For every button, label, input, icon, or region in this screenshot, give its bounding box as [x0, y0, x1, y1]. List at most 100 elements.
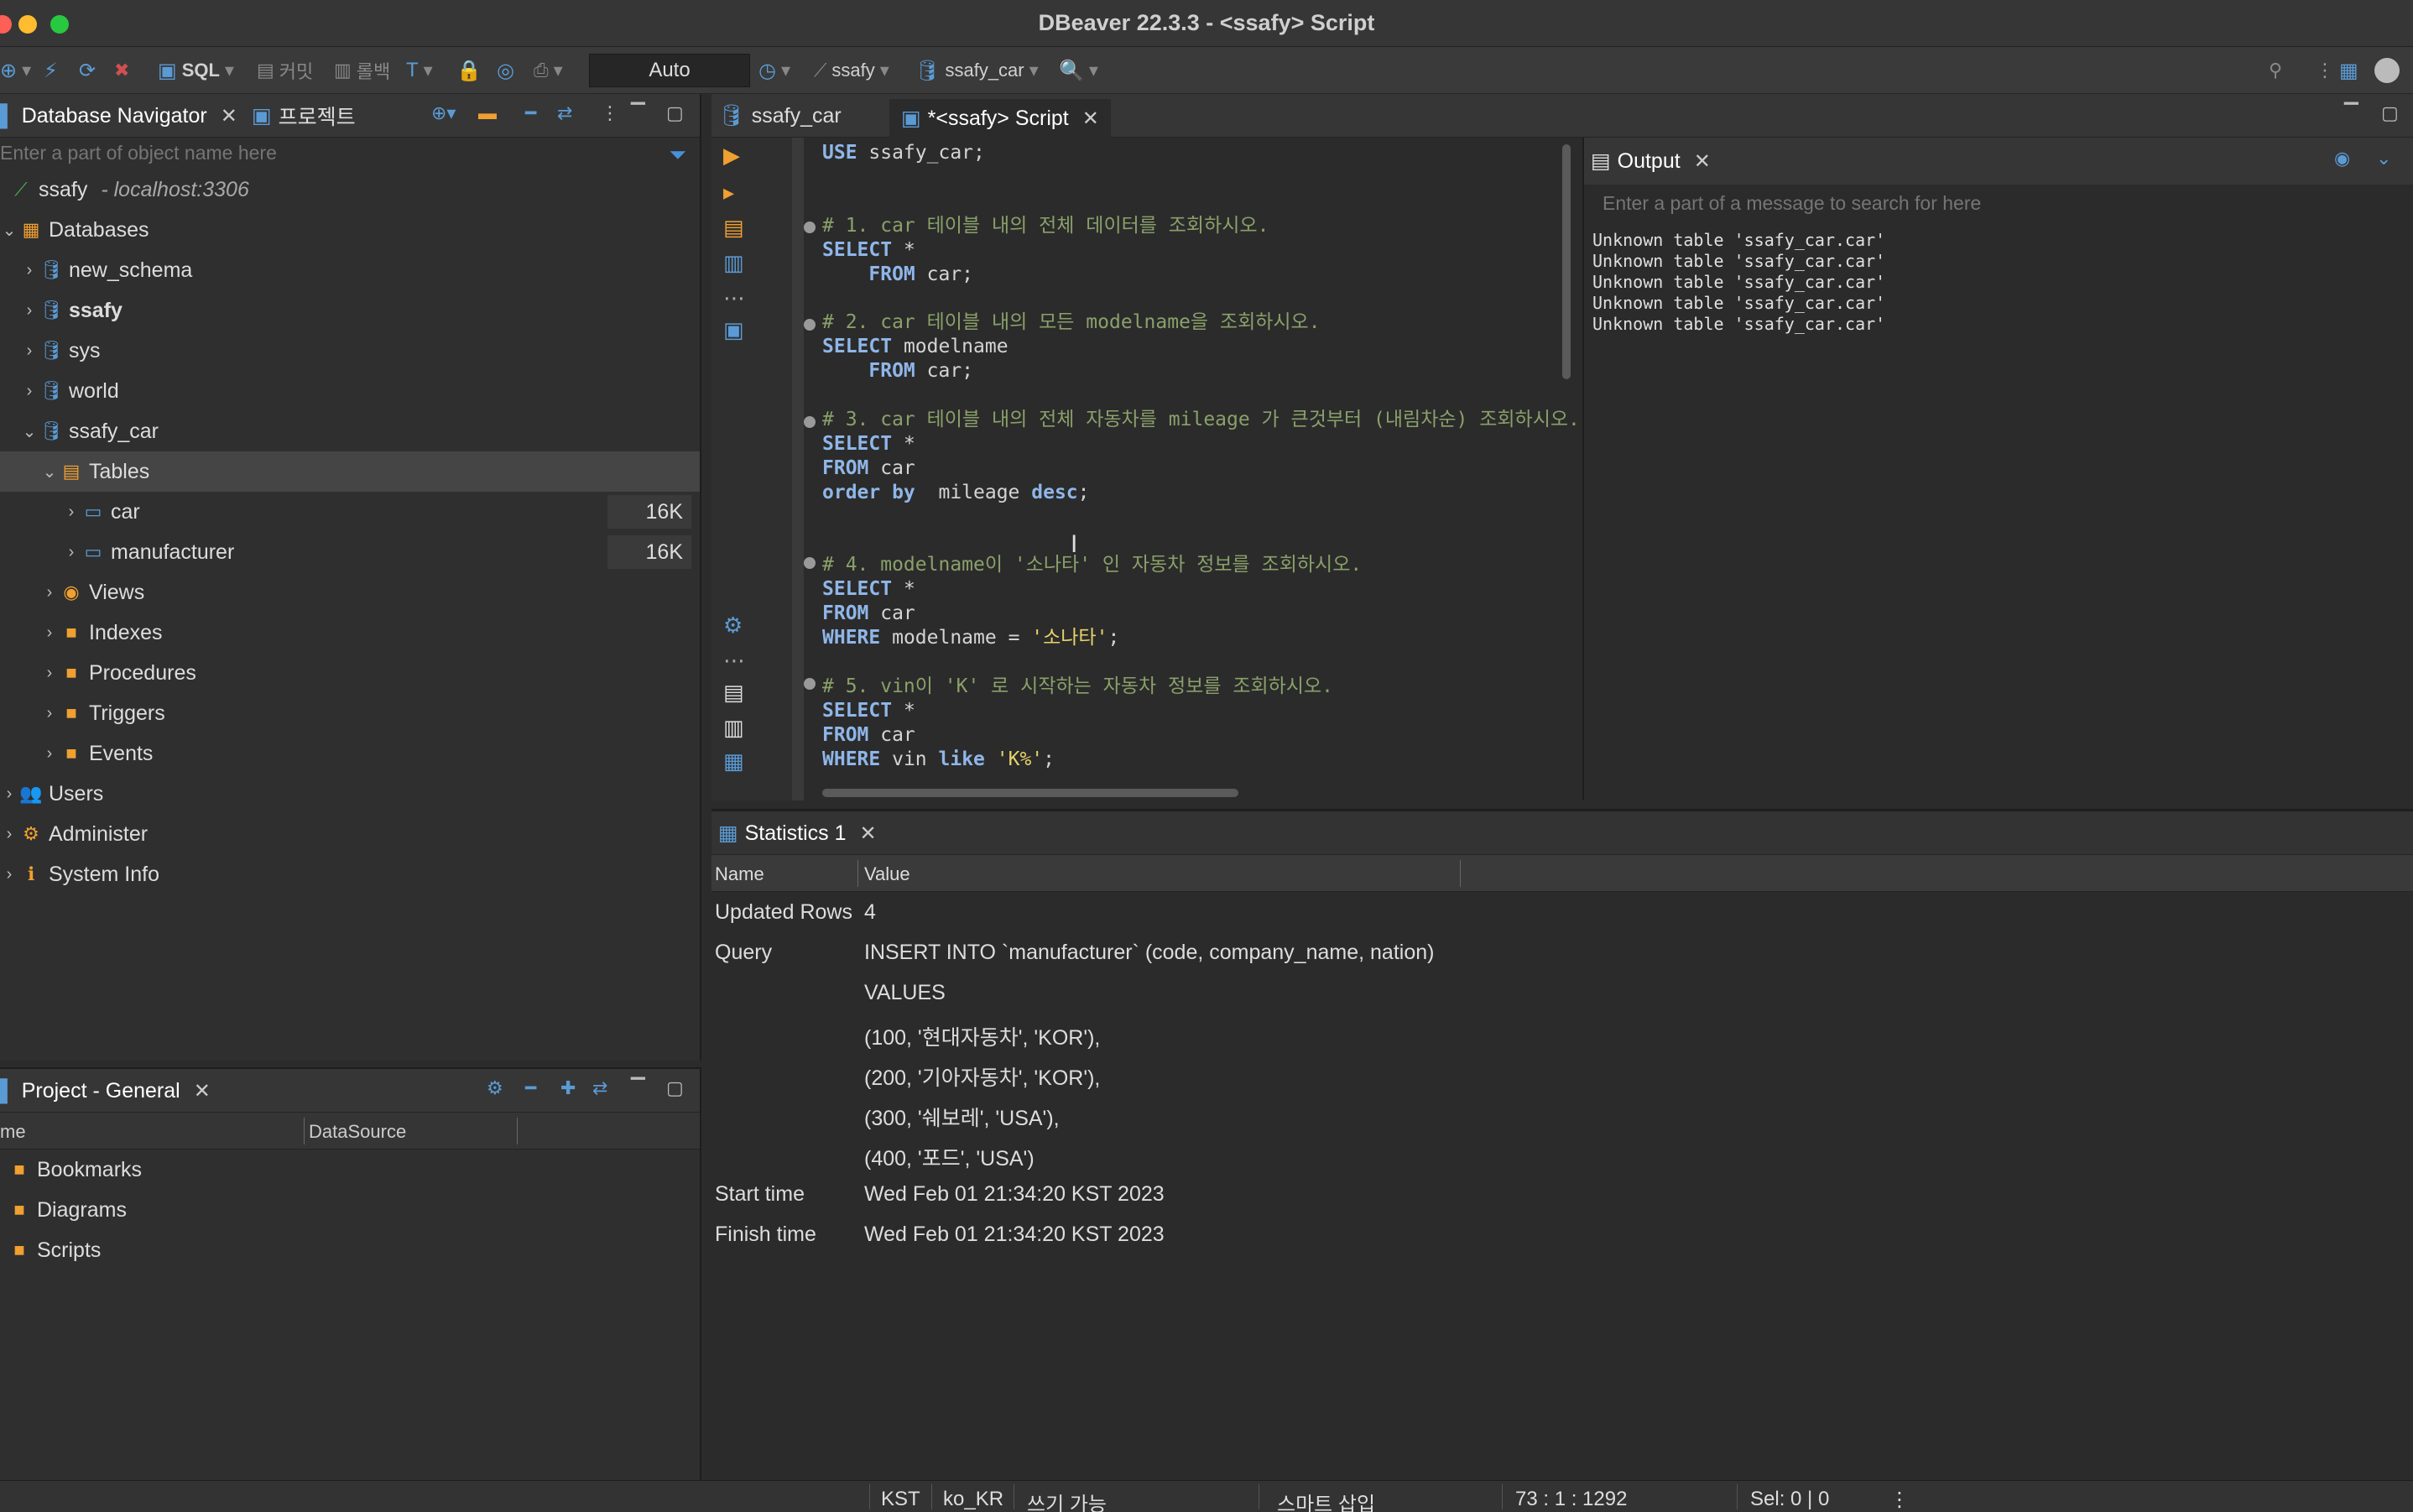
tree-node-events[interactable]: › ■ Events	[0, 733, 700, 774]
sql-code[interactable]: USE ssafy_car; # 1. car 테이블 내의 전체 데이터를 조…	[822, 141, 1580, 772]
lock-icon[interactable]: 🔒	[456, 57, 482, 84]
more-icon[interactable]: ⋯	[723, 648, 745, 674]
editor-vertical-scrollbar[interactable]	[1562, 144, 1571, 379]
chevron-right-icon[interactable]: ›	[20, 261, 39, 280]
maximize-icon[interactable]: ▢	[666, 1077, 684, 1099]
tree-node-schema[interactable]: › 🛢 world	[0, 371, 700, 411]
expand-icon[interactable]: ✚	[560, 1077, 576, 1099]
tree-node-users[interactable]: › 👥 Users	[0, 774, 700, 814]
column-value[interactable]: Value	[864, 863, 910, 885]
rollback-button[interactable]: ▥ 롤백	[334, 57, 390, 84]
commit-button[interactable]: ▤ 커밋	[257, 57, 313, 84]
chevron-right-icon[interactable]: ›	[0, 865, 18, 884]
tree-node-schema[interactable]: ⌄ 🛢 ssafy_car	[0, 411, 700, 451]
tab-database-navigator[interactable]: ▌ Database Navigator ✕	[0, 99, 237, 133]
chevron-down-icon[interactable]: ⌄	[2376, 148, 2391, 169]
chevron-right-icon[interactable]: ›	[20, 382, 39, 401]
fold-marker[interactable]	[804, 222, 816, 233]
folder-icon[interactable]: ▬	[478, 102, 497, 124]
link-editor-icon[interactable]: ⇄	[557, 102, 572, 124]
print-icon[interactable]: ⎙ ▾	[534, 57, 563, 84]
statistics-row[interactable]: Updated Rows 4	[711, 892, 2413, 932]
chevron-right-icon[interactable]: ›	[40, 744, 59, 764]
terminal-icon[interactable]: ▣	[723, 317, 744, 343]
chevron-right-icon[interactable]: ›	[20, 342, 39, 361]
chevron-right-icon[interactable]: ›	[40, 583, 59, 602]
sql-editor-button[interactable]: ▣ SQL ▾	[158, 57, 234, 84]
tree-node-system-info[interactable]: › ℹ System Info	[0, 854, 700, 894]
new-connection-button[interactable]: ⊕ ▾	[0, 57, 31, 84]
connection-node[interactable]: ⟋ ssafy - localhost:3306	[0, 169, 700, 210]
search-tool-icon[interactable]: 🔍 ▾	[1059, 57, 1098, 84]
link-editor-icon[interactable]: ⇄	[592, 1077, 607, 1099]
execute-script-icon[interactable]: ▤	[723, 215, 744, 241]
status-menu-icon[interactable]: ⋮	[1889, 1488, 1910, 1512]
tab-statistics[interactable]: ▦ Statistics 1 ✕	[718, 816, 877, 850]
fold-marker[interactable]	[804, 557, 816, 569]
minimize-icon[interactable]: ▔	[631, 102, 645, 124]
perspective-icon[interactable]: ⋮ ▦	[2316, 57, 2358, 84]
new-connection-icon[interactable]: ⊕▾	[431, 102, 456, 124]
statistics-row[interactable]: Start time Wed Feb 01 21:34:20 KST 2023	[711, 1174, 2413, 1214]
minimize-icon[interactable]: ▔	[2344, 102, 2358, 124]
chevron-right-icon[interactable]: ›	[40, 664, 59, 683]
minimize-icon[interactable]: ▔	[631, 1077, 645, 1099]
schema-selector[interactable]: 🛢 ssafy_car ▾	[915, 57, 1039, 84]
tab-project-general[interactable]: ▌ Project - General ✕	[0, 1074, 211, 1108]
statistics-row[interactable]: (400, '포드', 'USA')	[711, 1134, 2413, 1174]
maximize-icon[interactable]: ▢	[666, 102, 684, 124]
project-item-scripts[interactable]: ■ Scripts	[0, 1230, 700, 1270]
tab-ssafy-car[interactable]: 🛢 ssafy_car	[718, 99, 842, 133]
reconnect-icon[interactable]: ⟳	[79, 57, 96, 84]
connect-icon[interactable]: ⚡	[44, 57, 58, 84]
tree-node-tables[interactable]: ⌄ ▤ Tables	[0, 451, 700, 492]
import-icon[interactable]: ▦	[723, 748, 744, 774]
close-icon[interactable]: ✕	[860, 821, 877, 846]
search-icon[interactable]: ⚲	[2269, 57, 2282, 84]
maximize-icon[interactable]: ▢	[2381, 102, 2399, 124]
transaction-mode-select[interactable]: Auto	[589, 54, 750, 87]
history-icon[interactable]: ◷ ▾	[758, 57, 790, 84]
chevron-right-icon[interactable]: ›	[40, 704, 59, 723]
chevron-right-icon[interactable]: ›	[62, 503, 81, 522]
file-icon[interactable]: ▤	[723, 680, 744, 706]
close-icon[interactable]: ✕	[221, 104, 237, 128]
column-datasource[interactable]: DataSource	[309, 1121, 406, 1143]
close-icon[interactable]: ✕	[194, 1079, 211, 1103]
chevron-right-icon[interactable]: ›	[62, 543, 81, 562]
execute-in-new-tab-icon[interactable]: ▸	[723, 180, 734, 206]
statistics-row[interactable]: (300, '쉐보레', 'USA'),	[711, 1093, 2413, 1134]
tree-node-schema[interactable]: › 🛢 new_schema	[0, 250, 700, 290]
tree-node-procedures[interactable]: › ■ Procedures	[0, 653, 700, 693]
statistics-row[interactable]: VALUES	[711, 972, 2413, 1013]
statistics-row[interactable]: (100, '현대자동차', 'KOR'),	[711, 1013, 2413, 1053]
tree-node-table[interactable]: › ▭ manufacturer 16K	[0, 532, 700, 572]
project-item-bookmarks[interactable]: ■ Bookmarks	[0, 1150, 700, 1190]
fold-marker[interactable]	[804, 678, 816, 690]
tree-node-databases[interactable]: ⌄ ▦ Databases	[0, 210, 700, 250]
tab-script[interactable]: ▣ *<ssafy> Script ✕	[889, 99, 1111, 138]
explain-plan-icon[interactable]: ▥	[723, 250, 744, 276]
tree-node-administer[interactable]: › ⚙ Administer	[0, 814, 700, 854]
chevron-right-icon[interactable]: ›	[20, 301, 39, 321]
editor-horizontal-scrollbar[interactable]	[822, 789, 1238, 797]
view-menu-icon[interactable]: ⋮	[601, 102, 619, 124]
datasource-selector[interactable]: ⟋ ssafy ▾	[814, 57, 889, 84]
more-icon[interactable]: ⋯	[723, 285, 745, 311]
eye-icon[interactable]: ◉	[2334, 148, 2350, 169]
transaction-mode-icon[interactable]: T ▾	[406, 57, 433, 84]
settings-icon[interactable]: ⚙	[723, 613, 743, 639]
tab-projects[interactable]: ▣ 프로젝트	[252, 99, 356, 133]
close-icon[interactable]: ✕	[1082, 107, 1099, 131]
tree-node-views[interactable]: › ◉ Views	[0, 572, 700, 613]
output-search-input[interactable]	[1603, 192, 2358, 215]
close-icon[interactable]: ✕	[1694, 149, 1711, 174]
column-name[interactable]: Name	[715, 863, 764, 885]
filter-icon[interactable]: ⏷	[669, 139, 686, 169]
chevron-right-icon[interactable]: ›	[0, 825, 18, 844]
chevron-down-icon[interactable]: ⌄	[40, 461, 59, 482]
disconnect-icon[interactable]: ✖	[114, 57, 129, 84]
chevron-right-icon[interactable]: ›	[40, 623, 59, 643]
tree-node-schema[interactable]: › 🛢 ssafy	[0, 290, 700, 331]
status-insert-mode[interactable]: 스마트 삽입	[1277, 1488, 1375, 1512]
